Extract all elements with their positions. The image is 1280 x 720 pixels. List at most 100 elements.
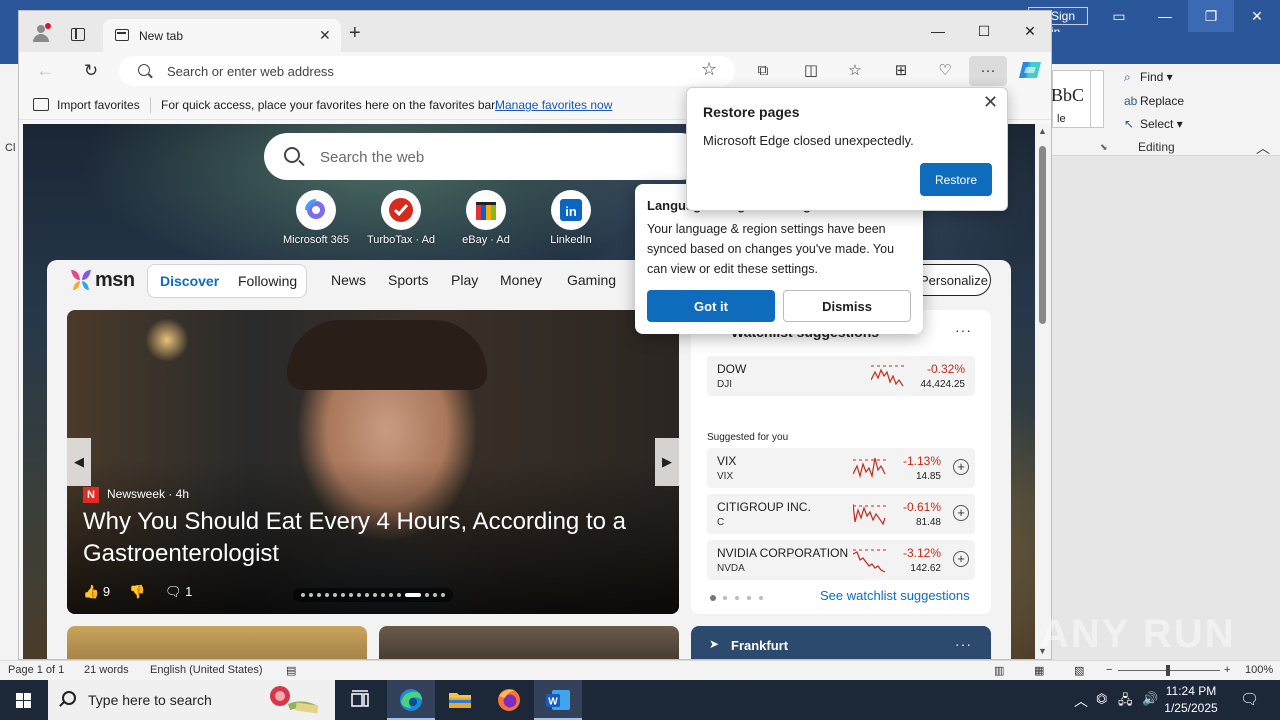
msn-logo[interactable]: msn: [67, 266, 135, 294]
nav-money[interactable]: Money: [500, 272, 542, 288]
add-to-watchlist-icon[interactable]: +: [953, 459, 969, 475]
word-restore-button[interactable]: ❐: [1188, 0, 1234, 32]
watchlist-more-icon[interactable]: ···: [955, 322, 972, 338]
zoom-in-icon[interactable]: +: [1224, 664, 1230, 676]
weather-more-icon[interactable]: ···: [955, 636, 972, 652]
stock-row-nvidia[interactable]: NVIDIA CORPORATION NVDA -3.12% 142.62 +: [707, 540, 975, 580]
web-search-box[interactable]: [264, 133, 704, 180]
got-it-button[interactable]: Got it: [647, 290, 775, 322]
refresh-button[interactable]: ↻: [79, 60, 103, 82]
carousel-next-button[interactable]: ▶: [655, 438, 679, 486]
quicklink-microsoft-365[interactable]: Microsoft 365: [274, 190, 358, 246]
stock-row-dow[interactable]: DOW DJI -0.32% 44,424.25: [707, 356, 975, 396]
nav-sports[interactable]: Sports: [388, 272, 428, 288]
address-input[interactable]: [167, 62, 687, 80]
taskbar-clock[interactable]: 11:24 PM 1/25/2025: [1160, 683, 1222, 717]
collapse-ribbon-icon[interactable]: ︿: [1256, 138, 1270, 158]
taskbar-word[interactable]: W: [534, 680, 582, 720]
profile-button[interactable]: [31, 23, 51, 43]
collections-icon[interactable]: ⊞: [887, 60, 915, 82]
ribbon-display-icon[interactable]: ▭: [1096, 0, 1142, 32]
find-button[interactable]: ⌕ Find ▾: [1124, 70, 1173, 85]
word-minimize-button[interactable]: —: [1142, 0, 1188, 32]
address-bar[interactable]: ☆: [119, 56, 735, 86]
web-layout-icon[interactable]: ▧: [1074, 664, 1084, 677]
page-count[interactable]: Page 1 of 1: [8, 664, 64, 676]
dismiss-button[interactable]: Dismiss: [783, 290, 911, 322]
proofing-icon[interactable]: ▤: [286, 664, 296, 677]
stock-row-vix[interactable]: VIX VIX -1.13% 14.85 +: [707, 448, 975, 488]
quicklink-turbotax[interactable]: TurboTax · Ad: [359, 190, 443, 246]
volume-icon[interactable]: 🔊: [1140, 680, 1160, 720]
edge-minimize-button[interactable]: —: [915, 17, 961, 45]
page-scrollbar[interactable]: ▲ ▼: [1035, 124, 1051, 659]
read-mode-icon[interactable]: ▥: [994, 664, 1004, 677]
settings-more-icon[interactable]: ···: [969, 56, 1007, 86]
zoom-level[interactable]: 100%: [1245, 664, 1273, 676]
split-screen-icon[interactable]: ◫: [797, 60, 825, 82]
tab-new-tab[interactable]: New tab ✕: [103, 19, 341, 52]
language-status[interactable]: English (United States): [150, 664, 263, 676]
word-count[interactable]: 21 words: [84, 664, 129, 676]
hero-headline[interactable]: Why You Should Eat Every 4 Hours, Accord…: [83, 506, 663, 570]
network-icon[interactable]: 🖧: [1116, 680, 1138, 720]
taskbar-file-explorer[interactable]: [436, 680, 484, 720]
restore-button[interactable]: Restore: [920, 163, 992, 196]
dialog-launcher-icon[interactable]: ⬊: [1100, 142, 1108, 153]
news-card-thumbnail[interactable]: [67, 626, 367, 659]
carousel-dots[interactable]: [293, 588, 453, 602]
nav-gaming[interactable]: Gaming: [567, 272, 616, 288]
web-search-input[interactable]: [320, 147, 680, 167]
thumbs-down-icon[interactable]: 👎: [129, 584, 145, 600]
task-view-button[interactable]: [336, 680, 384, 720]
tab-following[interactable]: Following: [238, 273, 297, 289]
print-layout-icon[interactable]: ▦: [1034, 664, 1044, 677]
favorites-icon[interactable]: ☆: [841, 60, 869, 82]
add-to-watchlist-icon[interactable]: +: [953, 505, 969, 521]
start-button[interactable]: [0, 680, 48, 720]
comments-button[interactable]: 🗨 1: [165, 584, 192, 600]
stock-row-citigroup[interactable]: CITIGROUP INC. C -0.61% 81.48 +: [707, 494, 975, 534]
quicklink-linkedin[interactable]: in LinkedIn: [529, 190, 613, 246]
close-tab-icon[interactable]: ✕: [319, 27, 331, 44]
taskbar-edge[interactable]: [387, 680, 435, 720]
carousel-prev-button[interactable]: ◀: [67, 438, 91, 486]
zoom-slider-thumb[interactable]: [1166, 665, 1170, 676]
nav-play[interactable]: Play: [451, 272, 478, 288]
edge-maximize-button[interactable]: ☐: [961, 17, 1007, 45]
close-icon[interactable]: ✕: [983, 92, 998, 113]
quicklink-ebay[interactable]: eBay · Ad: [444, 190, 528, 246]
thumbs-up-icon: 👍: [83, 584, 100, 599]
nav-news[interactable]: News: [331, 272, 366, 288]
import-favorites-button[interactable]: Import favorites: [57, 98, 140, 112]
taskbar-search[interactable]: Type here to search: [48, 680, 335, 720]
manage-favorites-link[interactable]: Manage favorites now: [495, 98, 612, 112]
tab-actions-icon[interactable]: [71, 28, 85, 41]
styles-gallery-scroll[interactable]: [1090, 70, 1104, 128]
scroll-up-icon[interactable]: ▲: [1038, 126, 1047, 136]
notification-icon[interactable]: 🗨: [1236, 680, 1260, 720]
hero-card[interactable]: ◀ ▶ N Newsweek · 4h Why You Should Eat E…: [67, 310, 679, 614]
scrollbar-thumb[interactable]: [1039, 146, 1046, 324]
show-hidden-icons[interactable]: ︿: [1070, 680, 1090, 720]
performance-icon[interactable]: ♡: [931, 60, 959, 82]
weather-location[interactable]: Frankfurt: [731, 638, 788, 653]
tab-discover[interactable]: Discover: [160, 273, 219, 289]
select-button[interactable]: ↖ Select ▾: [1124, 117, 1183, 131]
favorite-star-icon[interactable]: ☆: [701, 59, 717, 80]
back-button[interactable]: ←: [33, 60, 57, 82]
new-tab-button[interactable]: +: [349, 23, 361, 43]
news-card-thumbnail[interactable]: [379, 626, 679, 659]
edge-close-button[interactable]: ✕: [1007, 17, 1051, 45]
weather-card[interactable]: ➤ Frankfurt ···: [691, 626, 991, 659]
like-button[interactable]: 👍 9: [83, 584, 110, 600]
tray-app-icon[interactable]: ⏣: [1094, 680, 1114, 720]
taskbar-firefox[interactable]: [485, 680, 533, 720]
add-to-watchlist-icon[interactable]: +: [953, 551, 969, 567]
word-close-button[interactable]: ✕: [1234, 0, 1280, 32]
see-watchlist-link[interactable]: See watchlist suggestions: [820, 588, 970, 603]
zoom-out-icon[interactable]: −: [1106, 664, 1112, 676]
copilot-icon[interactable]: [1017, 58, 1043, 82]
replace-button[interactable]: ab Replace: [1124, 94, 1184, 108]
extensions-icon[interactable]: ⧉: [749, 60, 777, 82]
